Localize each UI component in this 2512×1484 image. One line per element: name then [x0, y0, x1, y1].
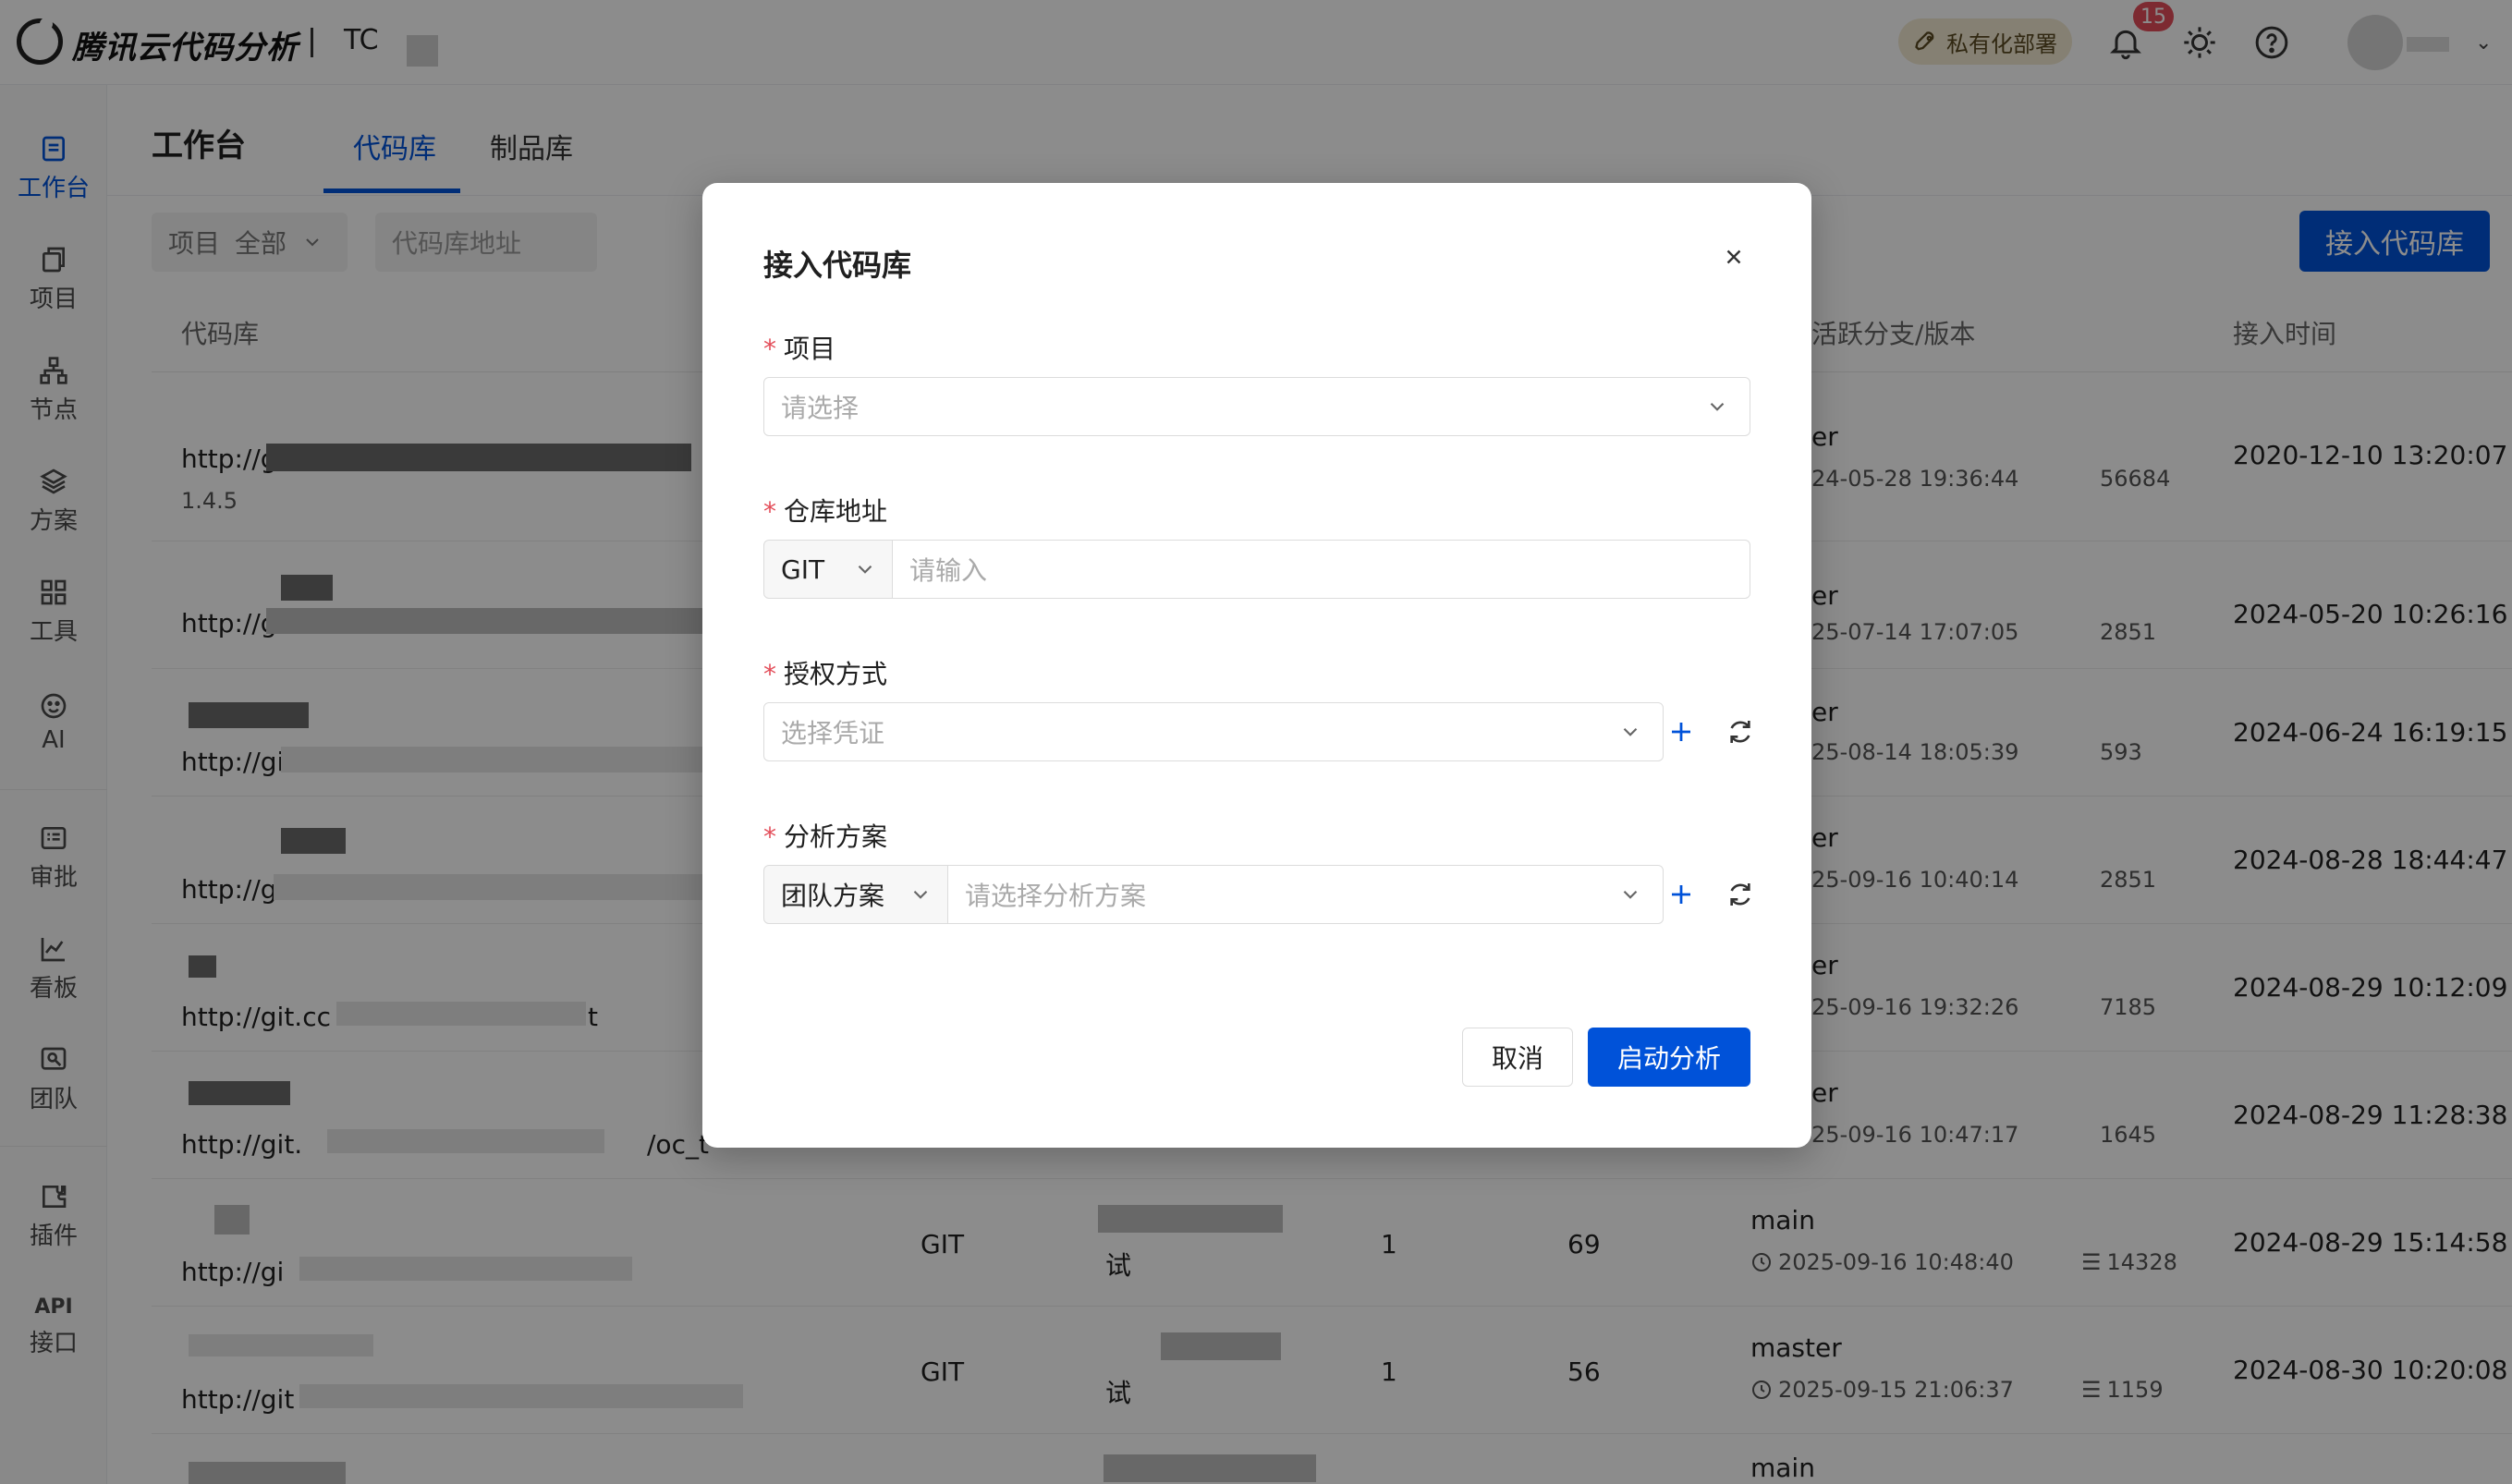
app-root: 腾讯云代码分析 TC 私有化部署 15 ⌄ 工作台 项目 节点 方案 工具 AI…	[0, 0, 2512, 1484]
chevron-down-icon	[1710, 402, 1725, 411]
chevron-down-icon	[913, 890, 928, 899]
cancel-button[interactable]: 取消	[1462, 1028, 1573, 1087]
chevron-down-icon	[1623, 890, 1638, 899]
chevron-down-icon	[858, 565, 872, 574]
plus-icon	[1672, 885, 1690, 904]
scm-type-select[interactable]: GIT	[763, 540, 893, 599]
repo-address-placeholder: 请输入	[909, 555, 988, 586]
required-mark: *	[763, 659, 776, 689]
refresh-icon	[1730, 721, 1750, 743]
scheme-select-placeholder: 请选择分析方案	[965, 881, 1147, 911]
repo-address-label: * 仓库地址	[763, 492, 887, 529]
required-mark: *	[763, 496, 776, 527]
chevron-down-icon	[1623, 727, 1638, 736]
scheme-label-text: 分析方案	[784, 821, 888, 852]
add-scheme-button[interactable]	[1661, 874, 1701, 915]
project-select-placeholder: 请选择	[781, 393, 860, 423]
project-select[interactable]: 请选择	[763, 377, 1750, 436]
auth-label: * 授权方式	[763, 654, 887, 691]
close-button[interactable]	[1715, 238, 1752, 275]
auth-label-text: 授权方式	[784, 659, 888, 689]
required-mark: *	[763, 821, 776, 852]
plus-icon	[1672, 723, 1690, 741]
project-label: * 项目	[763, 329, 835, 366]
add-credential-button[interactable]	[1661, 712, 1701, 752]
scheme-select[interactable]: 请选择分析方案	[947, 865, 1664, 924]
credential-select[interactable]: 选择凭证	[763, 702, 1664, 761]
repo-address-label-text: 仓库地址	[784, 496, 888, 527]
close-icon	[1726, 249, 1741, 264]
credential-select-placeholder: 选择凭证	[781, 718, 885, 748]
refresh-icon	[1730, 883, 1750, 906]
refresh-credential-button[interactable]	[1720, 712, 1761, 752]
repo-address-input[interactable]: 请输入	[892, 540, 1750, 599]
refresh-scheme-button[interactable]	[1720, 874, 1761, 915]
connect-repo-dialog: 接入代码库 * 项目 请选择 * 仓库地址 GIT 请输入 * 授权方式 选择凭证	[702, 183, 1811, 1148]
start-analysis-button[interactable]: 启动分析	[1588, 1028, 1750, 1087]
scheme-type-value: 团队方案	[781, 881, 885, 911]
project-label-text: 项目	[784, 334, 836, 364]
scheme-label: * 分析方案	[763, 817, 887, 854]
scm-type-value: GIT	[781, 553, 825, 585]
dialog-title: 接入代码库	[763, 248, 912, 283]
required-mark: *	[763, 334, 776, 364]
scheme-type-select[interactable]: 团队方案	[763, 865, 948, 924]
